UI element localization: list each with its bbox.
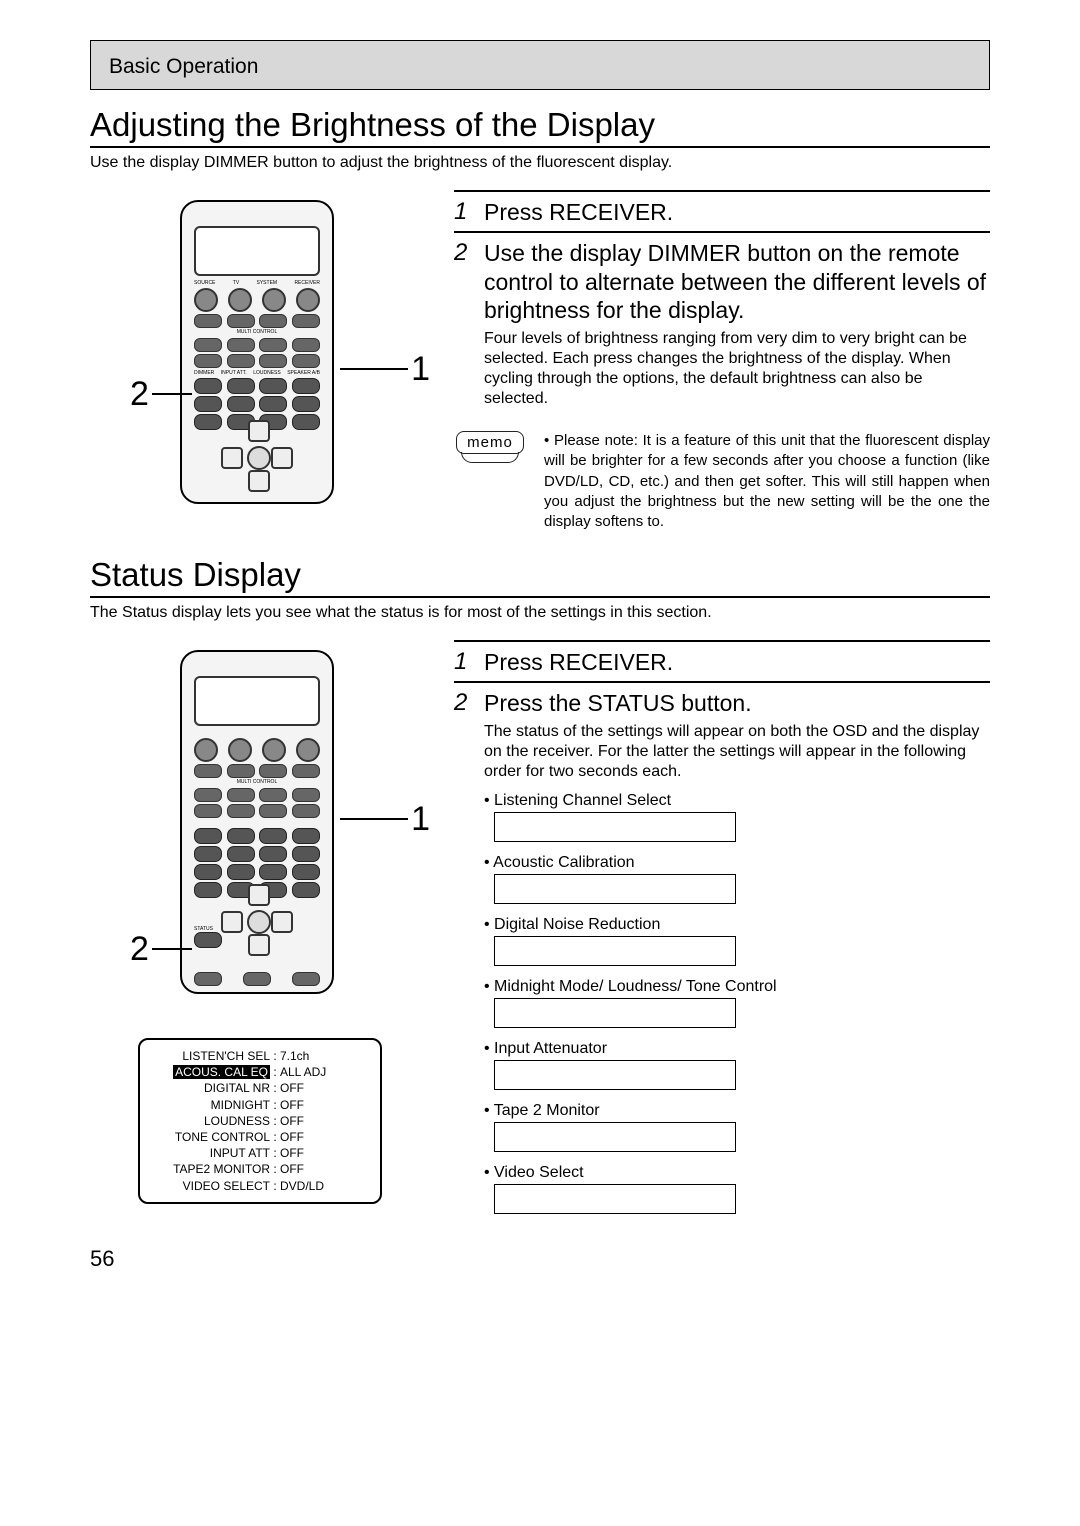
status-item: • Listening Channel Select	[484, 792, 990, 842]
step-title: Press RECEIVER.	[484, 648, 673, 677]
status-item-label: • Input Attenuator	[484, 1040, 990, 1058]
callout-1: 1	[411, 800, 430, 839]
remote-status-button	[194, 932, 222, 948]
step-title: Press RECEIVER.	[484, 198, 673, 227]
status-item: • Digital Noise Reduction	[484, 916, 990, 966]
step-number: 2	[454, 239, 472, 268]
step-title: Use the display DIMMER button on the rem…	[484, 239, 990, 325]
status-item-label: • Acoustic Calibration	[484, 854, 990, 872]
remote-receiver-mode-button	[292, 354, 320, 368]
status-item: • Video Select	[484, 1164, 990, 1214]
remote-source-button	[194, 288, 218, 312]
status-item-label: • Midnight Mode/ Loudness/ Tone Control	[484, 978, 990, 996]
status-item-box	[494, 998, 736, 1028]
callout-2: 2	[130, 375, 149, 414]
osd-row: INPUT ATT:OFF	[150, 1145, 370, 1161]
osd-row: TONE CONTROL:OFF	[150, 1129, 370, 1145]
step-body: The status of the settings will appear o…	[484, 722, 990, 782]
memo-icon: memo	[454, 431, 526, 463]
status-item-box	[494, 812, 736, 842]
status-item-box	[494, 936, 736, 966]
status-item: • Tape 2 Monitor	[484, 1102, 990, 1152]
remote-illustration-1: SOURCE TV SYSTEM RECEIVER MULTI CO	[90, 200, 430, 540]
status-item-box	[494, 1060, 736, 1090]
status-item-box	[494, 1122, 736, 1152]
status-item-box	[494, 1184, 736, 1214]
section-title-status: Status Display	[90, 556, 990, 598]
status-item: • Acoustic Calibration	[484, 854, 990, 904]
remote-illustration-2: MULTI CONTROL STATUS	[90, 650, 430, 1010]
osd-row: MIDNIGHT:OFF	[150, 1097, 370, 1113]
status-item-label: • Listening Channel Select	[484, 792, 990, 810]
step-title: Press the STATUS button.	[484, 689, 752, 718]
osd-row: VIDEO SELECT:DVD/LD	[150, 1178, 370, 1194]
osd-row: LOUDNESS:OFF	[150, 1113, 370, 1129]
section2-intro: The Status display lets you see what the…	[90, 604, 990, 622]
osd-row: ACOUS. CAL EQ:ALL ADJ	[150, 1064, 370, 1080]
section-title-brightness: Adjusting the Brightness of the Display	[90, 106, 990, 148]
osd-row: LISTEN'CH SEL:7.1ch	[150, 1048, 370, 1064]
status-item: • Input Attenuator	[484, 1040, 990, 1090]
remote-system-off-button	[262, 288, 286, 312]
page-number: 56	[90, 1246, 990, 1272]
status-item: • Midnight Mode/ Loudness/ Tone Control	[484, 978, 990, 1028]
osd-row: TAPE2 MONITOR:OFF	[150, 1161, 370, 1177]
remote-receiver-button	[296, 738, 320, 762]
status-item-label: • Video Select	[484, 1164, 990, 1182]
remote-tv-button	[228, 288, 252, 312]
step-body: Four levels of brightness ranging from v…	[484, 329, 990, 409]
status-item-box	[494, 874, 736, 904]
step-number: 1	[454, 648, 472, 677]
status-item-label: • Digital Noise Reduction	[484, 916, 990, 934]
osd-status-panel: LISTEN'CH SEL:7.1chACOUS. CAL EQ:ALL ADJ…	[138, 1038, 382, 1204]
remote-receiver-mode-button	[292, 804, 320, 818]
step-number: 2	[454, 689, 472, 718]
callout-1: 1	[411, 350, 430, 389]
step-number: 1	[454, 198, 472, 227]
remote-receiver-button	[296, 288, 320, 312]
callout-2: 2	[130, 930, 149, 969]
osd-row: DIGITAL NR:OFF	[150, 1080, 370, 1096]
remote-dimmer-button	[194, 378, 222, 394]
breadcrumb: Basic Operation	[90, 40, 990, 90]
memo-text: • Please note: It is a feature of this u…	[544, 431, 990, 532]
section1-intro: Use the display DIMMER button to adjust …	[90, 154, 990, 172]
status-item-label: • Tape 2 Monitor	[484, 1102, 990, 1120]
